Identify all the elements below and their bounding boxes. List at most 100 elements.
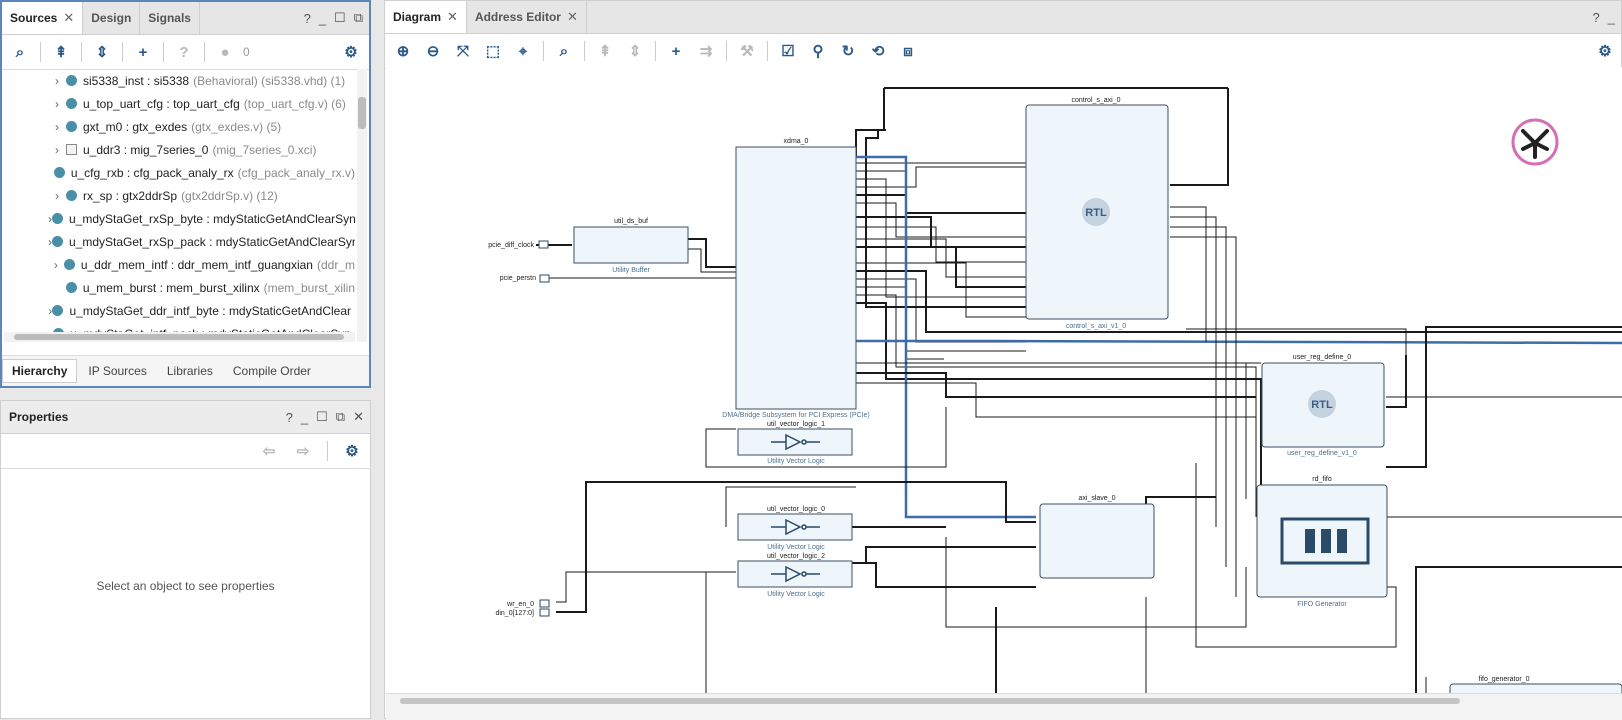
wire (1415, 566, 1622, 693)
float-icon[interactable]: ⧉ (354, 10, 363, 26)
tree-row[interactable]: › u_top_uart_cfg : top_uart_cfg (top_uart_… (2, 92, 355, 115)
minimize-icon[interactable]: _ (301, 410, 308, 425)
user-reg-define-block[interactable]: user_reg_define_0 RTL user_reg_define_v1… (1261, 354, 1385, 457)
toolbar-separator (40, 42, 41, 62)
tree-row-detail: (mem_burst_xilin (263, 280, 355, 295)
settings-icon[interactable]: ⚙ (1593, 39, 1617, 63)
tab-compile-order[interactable]: Compile Order (224, 360, 320, 382)
unknown-file-icon[interactable]: ? (172, 40, 196, 64)
util-vector-logic-1-block[interactable]: util_vector_logic_1 Utility Vector Logic (737, 421, 853, 465)
tab-libraries[interactable]: Libraries (158, 360, 222, 382)
control-s-axi-block[interactable]: control_s_axi_0 RTL control_s_axi_v1_0 (1025, 97, 1169, 330)
zoom-fit-icon[interactable]: ⤧ (451, 39, 475, 63)
tree-row[interactable]: › gxt_m0 : gtx_exdes (gtx_exdes.v) (5) (2, 115, 355, 138)
scroll-thumb[interactable] (400, 698, 1460, 704)
chevron-right-icon[interactable]: › (48, 74, 66, 88)
help-icon[interactable]: ? (286, 410, 293, 425)
util-vector-logic-2-block[interactable]: util_vector_logic_2 Utility Vector Logic (737, 553, 853, 598)
float-icon[interactable]: ⧉ (336, 409, 345, 425)
close-icon[interactable]: ✕ (447, 9, 458, 25)
tree-row[interactable]: › si5338_inst : si5338 (Behavioral) (si533… (2, 69, 355, 92)
minimize-icon[interactable]: _ (1608, 10, 1615, 25)
util-vector-logic-0-block[interactable]: util_vector_logic_0 Utility Vector Logic (737, 506, 853, 551)
validate-icon[interactable]: ☑ (776, 39, 800, 63)
zoom-in-icon[interactable]: ⊕ (391, 39, 415, 63)
zoom-out-icon[interactable]: ⊖ (421, 39, 445, 63)
tree-row[interactable]: u_cfg_rxb : cfg_pack_analy_rx (cfg_pack_a… (2, 161, 355, 184)
port-pcie-perstn[interactable]: pcie_perstn (500, 274, 550, 283)
tab-diagram-label: Diagram (393, 10, 442, 24)
vertical-scrollbar[interactable] (357, 69, 367, 342)
maximize-icon[interactable]: ☐ (316, 409, 328, 425)
horizontal-scrollbar[interactable] (4, 332, 355, 342)
xdma-block[interactable]: xdma_0 DMA/Bridge Subsystem for PCI Expr… (722, 138, 869, 419)
util-ds-buf-block[interactable]: util_ds_buf Utility Buffer (573, 218, 689, 274)
tab-sources[interactable]: Sources ✕ (2, 2, 84, 34)
minimize-icon[interactable]: _ (319, 11, 326, 26)
gear-icon[interactable]: ⚙ (340, 439, 364, 463)
zoom-area-icon[interactable]: ⬚ (481, 39, 505, 63)
tree-row[interactable]: u_mem_burst : mem_burst_xilinx (mem_burst… (2, 276, 355, 299)
refresh-icon[interactable]: ↻ (836, 39, 860, 63)
back-arrow-icon[interactable]: ⇦ (257, 439, 281, 463)
expand-all-icon[interactable]: ⇕ (623, 39, 647, 63)
wrench-icon[interactable]: ⚒ (735, 39, 759, 63)
add-icon[interactable]: + (131, 40, 155, 64)
tree-row[interactable]: › u_mdyStaGet_rxSp_byte : mdyStaticGetAnd… (2, 207, 355, 230)
add-ip-icon[interactable]: + (664, 39, 688, 63)
chevron-right-icon[interactable]: › (48, 189, 66, 203)
tree-row[interactable]: › u_ddr3 : mig_7series_0 (mig_7series_0.xc… (2, 138, 355, 161)
close-icon[interactable]: ✕ (567, 9, 578, 25)
block-design-canvas[interactable]: xdma_0 DMA/Bridge Subsystem for PCI Expr… (386, 67, 1622, 693)
block-subtitle: Utility Vector Logic (767, 591, 825, 598)
maximize-icon[interactable]: ☐ (334, 10, 346, 26)
collapse-all-icon[interactable]: ⇞ (593, 39, 617, 63)
tab-ip-sources[interactable]: IP Sources (79, 360, 155, 382)
port-din-0[interactable]: din_0[127:0] (495, 608, 550, 617)
target-icon[interactable]: ⌖ (511, 39, 535, 63)
tree-row[interactable]: › rx_sp : gtx2ddrSp (gtx2ddrSp.v) (12) (2, 184, 355, 207)
diagram-horizontal-scrollbar[interactable] (386, 693, 1622, 720)
tree-row[interactable]: › u_mdyStaGet_ddr_intf_byte : mdyStaticGe… (2, 299, 355, 322)
tree-row[interactable]: › u_ddr_mem_intf : ddr_mem_intf_guangxian… (2, 253, 355, 276)
pin-icon[interactable]: ⚲ (806, 39, 830, 63)
close-icon[interactable]: ✕ (63, 10, 74, 26)
port-wr-en-0[interactable]: wr_en_0 (506, 599, 550, 608)
axi-slave-block[interactable]: axi_slave_0 (1039, 495, 1155, 579)
tab-address-editor[interactable]: Address Editor ✕ (467, 1, 587, 33)
tab-signals[interactable]: Signals (140, 2, 200, 34)
status-dot-icon: ● (220, 43, 230, 61)
chevron-right-icon[interactable]: › (48, 97, 66, 111)
port-icon (539, 608, 550, 617)
collapse-all-icon[interactable]: ⇞ (49, 40, 73, 64)
fifo-generator-block[interactable]: fifo_generator_0 (1449, 676, 1622, 693)
forward-arrow-icon[interactable]: ⇨ (291, 439, 315, 463)
gear-icon[interactable]: ⚙ (339, 40, 363, 64)
help-icon[interactable]: ? (304, 11, 311, 26)
search-icon[interactable]: ⌕ (8, 40, 32, 64)
tree-row-separator: : (167, 257, 178, 272)
tab-diagram[interactable]: Diagram ✕ (385, 1, 467, 33)
expand-all-icon[interactable]: ⇕ (90, 40, 114, 64)
chevron-right-icon[interactable]: › (48, 143, 66, 157)
port-label: wr_en_0 (506, 601, 534, 608)
chevron-right-icon[interactable]: › (48, 258, 64, 272)
scroll-thumb[interactable] (14, 334, 344, 340)
regenerate-icon[interactable]: ⟲ (866, 39, 890, 63)
close-icon[interactable]: ✕ (353, 409, 364, 425)
scroll-thumb[interactable] (358, 97, 366, 129)
tab-design[interactable]: Design (83, 2, 141, 34)
rd-fifo-block[interactable]: rd_fifo FIFO Generator (1256, 476, 1388, 608)
block-body (737, 513, 853, 541)
wire (856, 382, 1256, 418)
connect-icon[interactable]: ⇉ (694, 39, 718, 63)
help-icon[interactable]: ? (1593, 10, 1600, 25)
layout-icon[interactable]: ⧈ (896, 39, 920, 63)
chevron-right-icon[interactable]: › (48, 120, 66, 134)
search-icon[interactable]: ⌕ (552, 39, 576, 63)
tree-row[interactable]: › u_mdyStaGet_rxSp_pack : mdyStaticGetAnd… (2, 230, 355, 253)
port-pcie-diff-clock[interactable]: pcie_diff_clock (488, 240, 549, 249)
tree-row-separator: : (218, 303, 229, 318)
rtl-badge: RTL (1311, 399, 1333, 411)
tab-hierarchy[interactable]: Hierarchy (2, 359, 78, 383)
